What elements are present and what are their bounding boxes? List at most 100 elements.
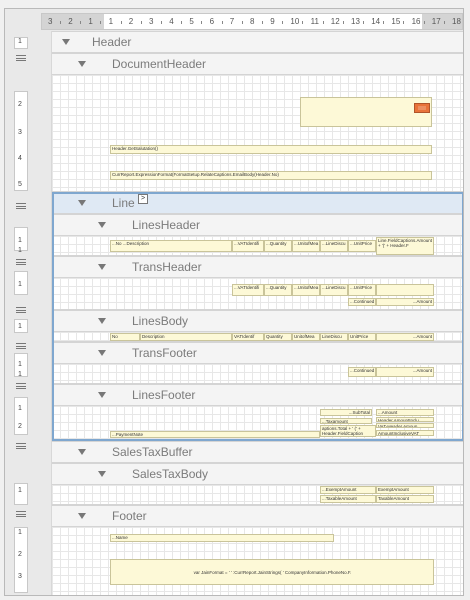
band-handle-icon[interactable] — [16, 443, 26, 449]
ruler-tick-mark — [241, 21, 243, 24]
collapse-triangle-icon[interactable] — [78, 61, 86, 67]
band-handle-icon[interactable] — [16, 203, 26, 209]
lf-caption-total-field[interactable]: aptions.Total + ' (' + Header.FieldCapti… — [320, 425, 376, 437]
lh-linedisc-field[interactable]: ...LineDiscu — [320, 240, 348, 252]
lb-linedisc-field[interactable]: LineDiscu — [320, 333, 348, 341]
ruler-tick-label: 1 — [88, 17, 93, 26]
lh-amount-caption-field[interactable]: Line.FieldCaptions.Amount + '(' + Header… — [376, 237, 434, 255]
lh-unitprice-field[interactable]: ...UnitPrice — [348, 240, 376, 252]
logo-field[interactable] — [300, 97, 432, 127]
band-sales-tax-body[interactable]: SalesTaxBody — [52, 463, 463, 485]
lb-description-field[interactable]: Description — [140, 333, 232, 341]
ruler-number: 3 — [18, 573, 22, 580]
ruler-number: 1 — [18, 323, 22, 330]
lb-unitofmea-field[interactable]: UnitofMea — [292, 333, 320, 341]
ruler-number: 5 — [18, 181, 22, 188]
ruler-tick-mark — [161, 21, 162, 24]
band-handle-icon[interactable] — [16, 259, 26, 265]
lb-unitprice-field[interactable]: UnitPrice — [348, 333, 376, 341]
lf-taxamount-field[interactable]: ...Taxamount — [320, 418, 372, 424]
th-blank-field[interactable] — [376, 284, 434, 296]
band-lines-footer[interactable]: LinesFooter — [52, 384, 463, 406]
ruler-tick-mark — [100, 21, 102, 24]
collapse-triangle-icon[interactable] — [98, 392, 106, 398]
lh-quantity-field[interactable]: ...Quantity — [264, 240, 292, 252]
ft-name-field[interactable]: ...Name — [110, 534, 334, 542]
band-trans-footer[interactable]: TransFooter — [52, 342, 463, 364]
report-canvas: Header DocumentHeader Header.GetSalutati… — [51, 31, 463, 595]
lh-vat-field[interactable]: ...VATIdentifi — [232, 240, 264, 252]
band-sales-tax-buffer[interactable]: SalesTaxBuffer — [52, 441, 463, 463]
band-trans-header[interactable]: TransHeader — [52, 256, 463, 278]
lb-no-field[interactable]: No — [110, 333, 140, 341]
band-lines-body[interactable]: LinesBody — [52, 310, 463, 332]
band-handle-icon[interactable] — [16, 383, 26, 389]
salutation-field[interactable]: Header.GetSalutation() — [110, 145, 432, 154]
ruler-tick-label: 16 — [411, 17, 421, 26]
st-taxable-field[interactable]: ...TaxableAmount — [320, 495, 376, 503]
tf-amount-field[interactable]: ...Amount — [376, 367, 434, 377]
th-unitofmea-field[interactable]: ...UnitofMea — [292, 284, 320, 296]
image-icon — [414, 103, 430, 113]
band-handle-icon[interactable] — [16, 511, 26, 517]
lb-quantity-field[interactable]: Quantity — [264, 333, 292, 341]
st-exempt-field[interactable]: ...ExemptAmount — [320, 486, 376, 494]
expand-button[interactable]: > — [138, 194, 148, 204]
collapse-triangle-icon[interactable] — [98, 471, 106, 477]
lh-no-field[interactable]: ...No ...Description — [110, 240, 232, 252]
ft-expression-field[interactable]: var JainFormat = ' ' :CurrReport.JainStr… — [110, 559, 434, 585]
th-vat-field[interactable]: ...VATIdentifi — [232, 284, 264, 296]
collapse-triangle-icon[interactable] — [98, 350, 106, 356]
ruler-number: 3 — [18, 129, 22, 136]
band-line[interactable]: Line > — [52, 192, 463, 214]
lf-payment-field[interactable]: ...PaymentNote — [110, 431, 320, 438]
collapse-triangle-icon[interactable] — [78, 200, 86, 206]
ruler-tick-mark — [60, 21, 61, 24]
lf-subtotal-field[interactable]: ...SubTotal — [320, 409, 372, 416]
st-exempt-value-field[interactable]: ExemptAmount — [376, 486, 434, 494]
ruler-tick-label: 2 — [68, 17, 73, 26]
collapse-triangle-icon[interactable] — [98, 222, 106, 228]
band-label: LinesHeader — [132, 218, 201, 232]
ruler-tick-label: 11 — [310, 17, 319, 26]
lf-amount-field[interactable]: ...Amount — [376, 409, 434, 416]
tf-continued-field[interactable]: ...Continued — [348, 367, 376, 377]
lh-unitofmea-field[interactable]: ...UnitofMea — [292, 240, 320, 252]
band-footer[interactable]: Footer — [52, 505, 463, 527]
th-linedisc-field[interactable]: ...LineDiscu — [320, 284, 348, 296]
ruler-tick-mark — [221, 21, 223, 24]
band-handle-icon[interactable] — [16, 55, 26, 61]
lf-header-amount-field[interactable]: Header.AmountInclu — [376, 417, 434, 422]
lb-vat-field[interactable]: VATIdentif — [232, 333, 264, 341]
ruler-tick-label: 6 — [209, 17, 215, 26]
band-handle-icon[interactable] — [16, 343, 26, 349]
ruler-tick-label: 13 — [351, 17, 360, 26]
band-label: Header — [92, 35, 132, 49]
band-lines-header[interactable]: LinesHeader — [52, 214, 463, 236]
lb-amount-field[interactable]: ...Amount — [376, 333, 434, 341]
lf-vat-header-field[interactable]: VAT-Header.Amoun — [376, 423, 434, 428]
th-amount-field[interactable]: ...Amount — [376, 298, 434, 306]
ruler-tick-mark — [423, 21, 425, 24]
th-unitprice-field[interactable]: ...UnitPrice — [348, 284, 376, 296]
ruler-tick-label: 15 — [391, 17, 401, 26]
collapse-triangle-icon[interactable] — [78, 513, 86, 519]
collapse-triangle-icon[interactable] — [62, 39, 70, 45]
band-label: Footer — [112, 509, 147, 523]
collapse-triangle-icon[interactable] — [98, 318, 106, 324]
st-taxable-value-field[interactable]: TaxableAmount — [376, 495, 434, 503]
caption-expression-field[interactable]: CurrReport.ExpressionFormat(FormatSetup.… — [110, 171, 432, 180]
band-document-header[interactable]: DocumentHeader — [52, 53, 463, 75]
band-label: DocumentHeader — [112, 57, 207, 71]
collapse-triangle-icon[interactable] — [78, 449, 86, 455]
ruler-tick-mark — [342, 21, 344, 24]
th-continued-field[interactable]: ...Continued — [348, 298, 376, 306]
band-header[interactable]: Header — [52, 31, 463, 53]
lines-footer-body: ...SubTotal ...Amount ...Taxamount Heade… — [52, 406, 463, 441]
th-quantity-field[interactable]: ...Quantity — [264, 284, 292, 296]
lf-amount-incl-field[interactable]: AmountInclusiveVAT — [376, 430, 434, 436]
ruler-number: 1 — [18, 529, 22, 536]
collapse-triangle-icon[interactable] — [98, 264, 106, 270]
lines-body-body: No Description VATIdentif Quantity Unito… — [52, 332, 463, 342]
band-handle-icon[interactable] — [16, 307, 26, 313]
